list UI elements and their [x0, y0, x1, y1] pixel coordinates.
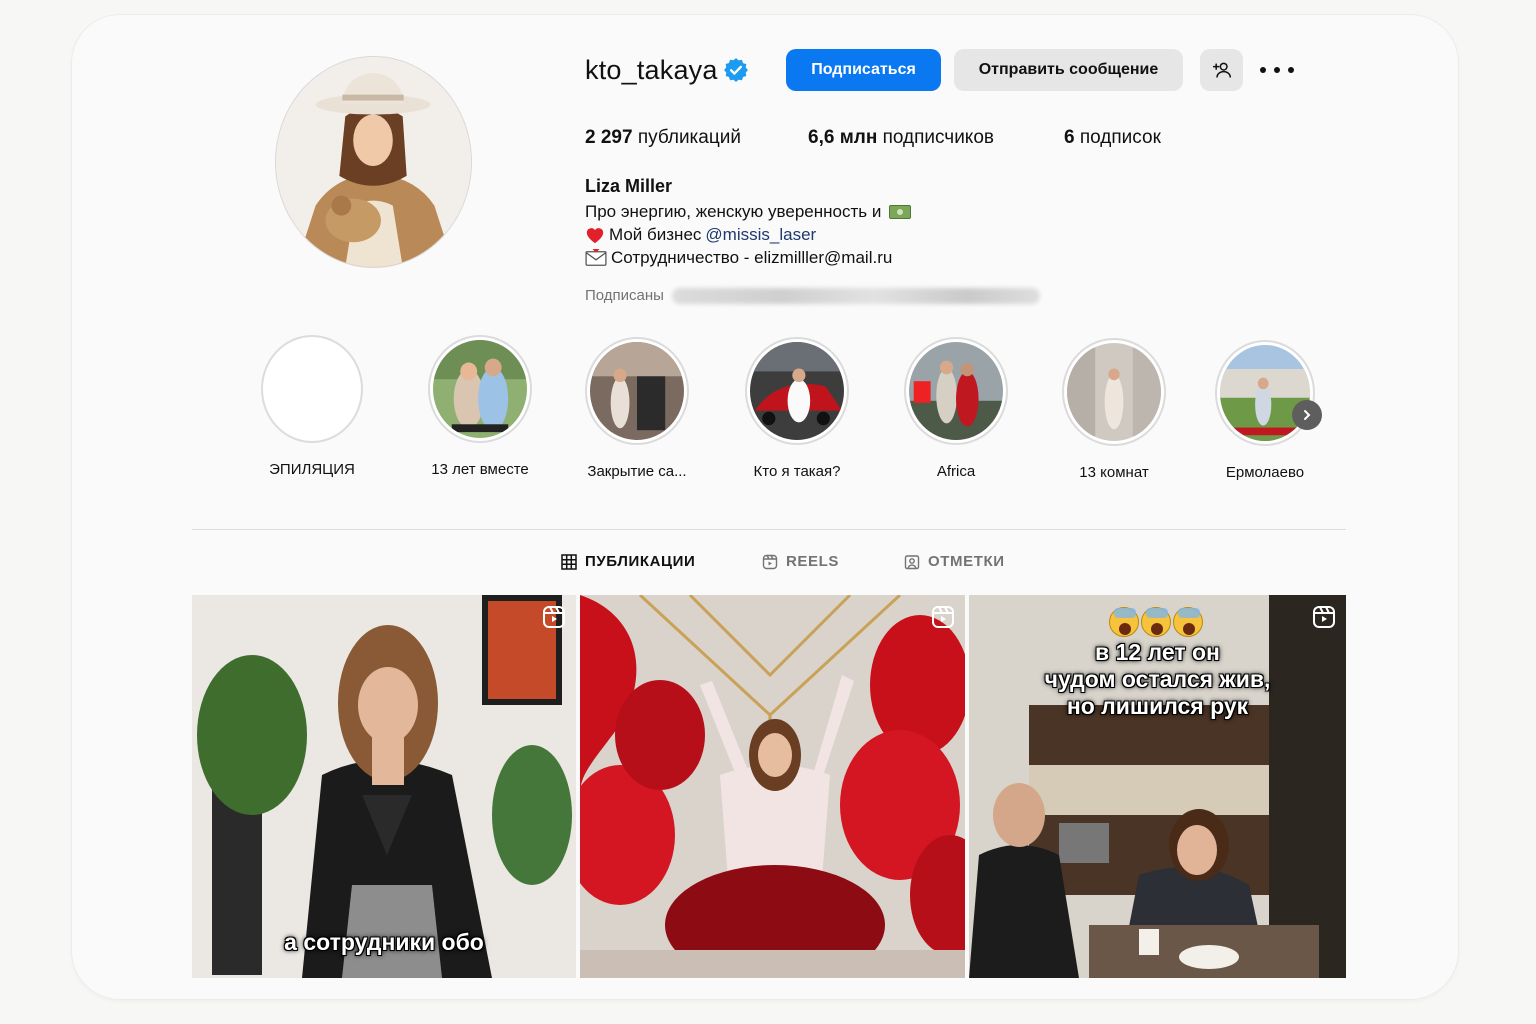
- highlight-ring: [428, 335, 532, 443]
- posts-count-label: публикаций: [637, 127, 741, 148]
- highlight-item[interactable]: Africa: [896, 337, 1016, 480]
- post-tile[interactable]: [580, 595, 965, 978]
- following-count-label: подписок: [1079, 127, 1161, 148]
- post-tile[interactable]: в 12 лет он чудом остался жив, но лишилс…: [969, 595, 1346, 978]
- following-count[interactable]: 6 подписок: [1064, 125, 1161, 151]
- screaming-face-icon: [1141, 607, 1171, 637]
- followed-by-names-blurred: [671, 287, 1040, 304]
- highlights-next-button[interactable]: [1292, 400, 1322, 430]
- highlight-label: Кто я такая?: [753, 463, 841, 480]
- red-heart-icon: [586, 228, 604, 244]
- post-tile[interactable]: а сотрудники обо: [192, 595, 576, 978]
- bio-line-3: Сотрудничество - elizmilller@mail.ru: [585, 247, 892, 269]
- highlight-label: ЭПИЛЯЦИЯ: [269, 461, 355, 478]
- highlight-cover: [266, 340, 358, 438]
- highlight-item[interactable]: ЭПИЛЯЦИЯ: [252, 335, 372, 478]
- highlight-item[interactable]: Кто я такая?: [737, 337, 857, 480]
- highlight-label: 13 лет вместе: [431, 461, 529, 478]
- bio-line-1: Про энергию, женскую уверенность и: [585, 201, 912, 223]
- highlight-item[interactable]: Закрытие са...: [577, 337, 697, 480]
- post-caption-line: но лишился рук: [1066, 693, 1249, 719]
- tab-tagged-label: ОТМЕТКИ: [928, 553, 1005, 570]
- ellipsis-dot-icon: [1260, 67, 1266, 73]
- bio-line-2: Мой бизнес @missis_laser: [585, 224, 816, 246]
- tab-posts-label: ПУБЛИКАЦИИ: [585, 553, 696, 570]
- highlight-label: 13 комнат: [1079, 464, 1149, 481]
- ellipsis-dot-icon: [1274, 67, 1280, 73]
- screaming-face-emojis: [1109, 607, 1203, 637]
- post-image: [192, 595, 576, 978]
- chevron-right-icon: [1304, 410, 1311, 420]
- profile-full-name: Liza Miller: [585, 176, 673, 196]
- posts-count-value: 2 297: [585, 127, 633, 148]
- reel-badge-icon: [1313, 606, 1335, 628]
- tab-reels[interactable]: REELS: [762, 553, 839, 570]
- follow-button[interactable]: Подписаться: [786, 49, 941, 91]
- highlight-ring: [261, 335, 363, 443]
- highlight-item[interactable]: 13 лет вместе: [420, 335, 540, 478]
- posts-count: 2 297 публикаций: [585, 125, 741, 151]
- send-message-button[interactable]: Отправить сообщение: [954, 49, 1183, 91]
- followers-count-value: 6,6 млн: [808, 127, 878, 148]
- screaming-face-icon: [1173, 607, 1203, 637]
- highlight-ring: [585, 337, 689, 445]
- followers-count-label: подписчиков: [882, 127, 994, 148]
- money-emoji-icon: [889, 205, 912, 219]
- highlight-ring: [1215, 340, 1315, 446]
- highlight-ring: [904, 337, 1008, 445]
- highlight-cover: [433, 340, 527, 438]
- post-caption: в 12 лет он чудом остался жив, но лишилс…: [969, 639, 1346, 720]
- followers-count[interactable]: 6,6 млн подписчиков: [808, 125, 994, 151]
- bio-line-3-text: Сотрудничество - elizmilller@mail.ru: [611, 248, 893, 267]
- reel-badge-icon: [932, 606, 954, 628]
- verified-badge-icon: [724, 58, 748, 82]
- grid-icon: [561, 553, 577, 570]
- profile-username: kto_takaya: [585, 55, 718, 85]
- profile-card: kto_takaya Подписаться Отправить сообщен…: [72, 15, 1458, 999]
- highlight-item[interactable]: 13 комнат: [1054, 338, 1174, 481]
- suggested-users-button[interactable]: [1200, 49, 1243, 91]
- followed-by[interactable]: Подписаны: [585, 287, 1040, 304]
- post-image: [580, 595, 965, 978]
- highlight-cover: [590, 342, 684, 440]
- ellipsis-dot-icon: [1288, 67, 1294, 73]
- envelope-icon: [585, 249, 607, 266]
- post-caption-line: чудом остался жив,: [1044, 666, 1271, 692]
- reel-badge-icon: [543, 606, 565, 628]
- profile-divider: [192, 529, 1346, 530]
- more-options-button[interactable]: [1260, 59, 1294, 81]
- business-mention-link[interactable]: @missis_laser: [705, 224, 816, 246]
- tagged-icon: [904, 554, 920, 569]
- tab-tagged[interactable]: ОТМЕТКИ: [904, 553, 1005, 570]
- highlight-cover: [909, 342, 1003, 440]
- highlight-ring: [1062, 338, 1166, 446]
- bio-line-2-text: Мой бизнес: [609, 225, 702, 244]
- screaming-face-icon: [1109, 607, 1139, 637]
- add-person-icon: [1212, 62, 1231, 78]
- followed-by-label: Подписаны: [585, 287, 664, 304]
- highlight-label: Ермолаево: [1225, 464, 1305, 481]
- tab-posts[interactable]: ПУБЛИКАЦИИ: [561, 553, 695, 570]
- highlight-cover: [1067, 343, 1161, 441]
- tab-reels-label: REELS: [786, 553, 840, 570]
- reels-icon: [762, 554, 778, 569]
- profile-avatar[interactable]: [275, 56, 472, 268]
- highlight-cover: [750, 342, 844, 440]
- highlight-label: Africa: [936, 463, 976, 480]
- post-caption-line: в 12 лет он: [1095, 639, 1220, 665]
- post-caption: а сотрудники обо: [284, 929, 484, 955]
- bio-line-1-text: Про энергию, женскую уверенность и: [585, 202, 882, 221]
- highlight-label: Закрытие са...: [587, 463, 687, 480]
- following-count-value: 6: [1064, 127, 1075, 148]
- highlight-ring: [745, 337, 849, 445]
